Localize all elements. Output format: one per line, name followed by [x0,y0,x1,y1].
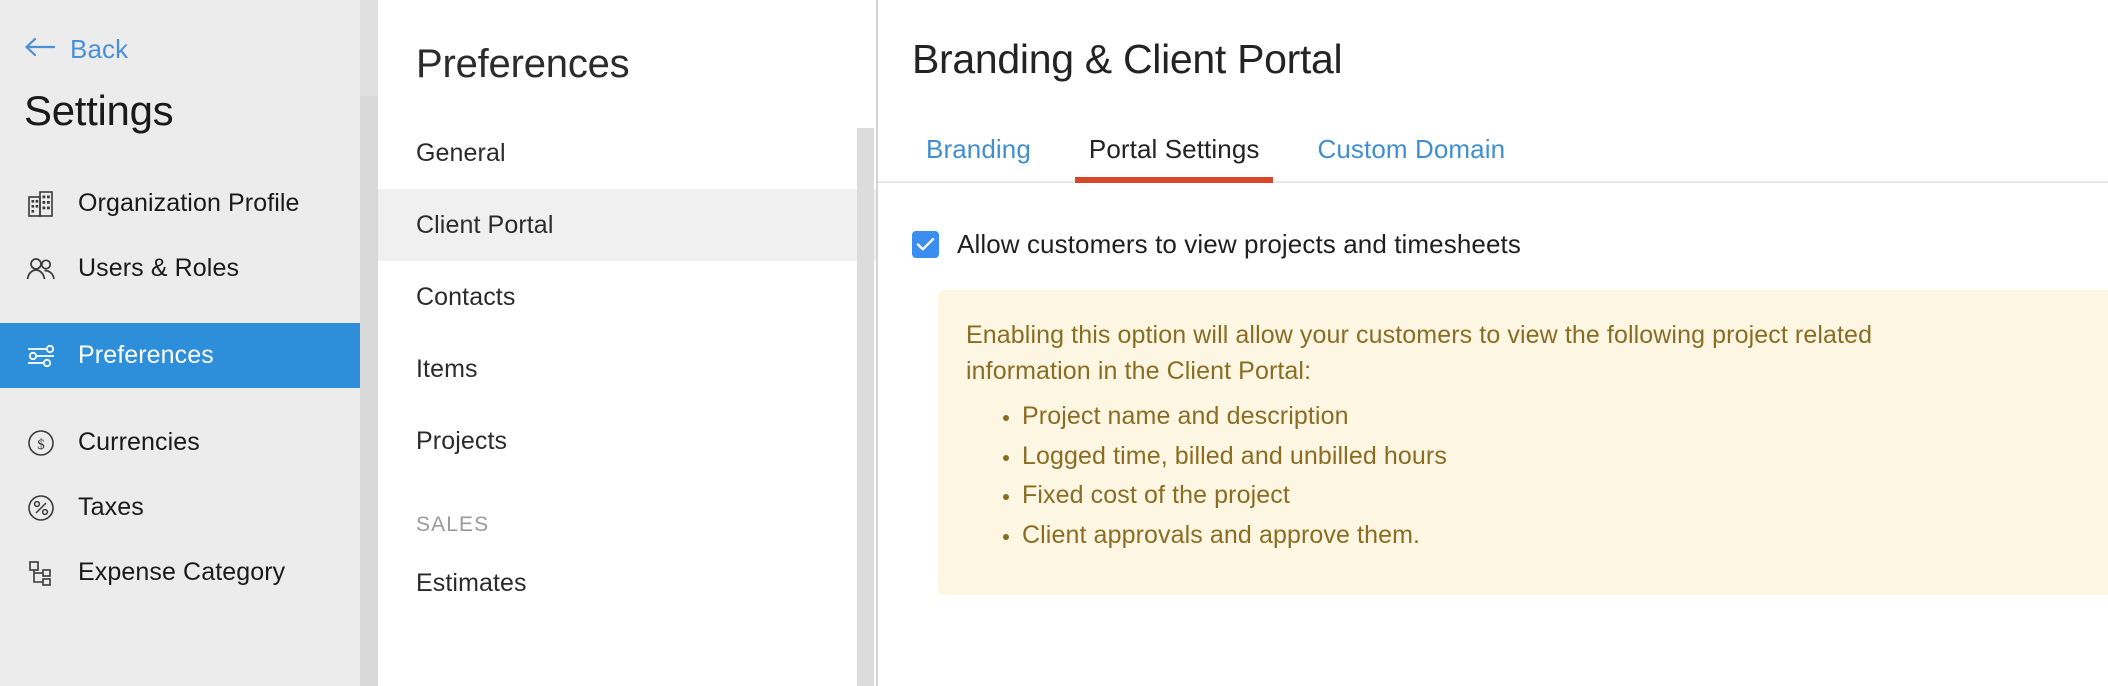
info-bullet-item: Client approvals and approve them. [1022,516,2108,556]
sidebar-item-label: Preferences [78,341,214,369]
building-icon [24,187,58,221]
prefs-item-general[interactable]: General [378,117,876,189]
prefs-item-estimates[interactable]: Estimates [378,547,876,619]
info-bullet-item: Logged time, billed and unbilled hours [1022,437,2108,477]
sidebar-item-label: Organization Profile [78,189,300,217]
tab-bar: Branding Portal Settings Custom Domain [878,117,2108,183]
preferences-panel: Preferences General Client Portal Contac… [378,0,878,686]
preferences-scrollbar-track[interactable] [857,0,874,686]
sidebar-item-label: Currencies [78,428,200,456]
sidebar-scrollbar-thumb[interactable] [360,96,378,686]
sidebar-item-organization-profile[interactable]: Organization Profile [0,171,378,236]
tab-branding[interactable]: Branding [912,134,1045,181]
back-button[interactable]: Back [0,0,378,65]
sidebar-scrollbar-track[interactable] [360,0,378,686]
sidebar-item-preferences[interactable]: Preferences [0,323,378,388]
preferences-list: General Client Portal Contacts Items Pro… [378,117,876,619]
info-bullet-item: Project name and description [1022,397,2108,437]
preferences-title: Preferences [416,42,630,86]
prefs-item-contacts[interactable]: Contacts [378,261,876,333]
sidebar-item-label: Taxes [78,493,144,521]
sidebar-item-expense-category[interactable]: Expense Category [0,540,378,605]
info-bullet-item: Fixed cost of the project [1022,476,2108,516]
tab-custom-domain[interactable]: Custom Domain [1303,134,1519,181]
checkbox-checked-icon[interactable] [912,231,939,258]
preferences-scrollbar-thumb[interactable] [857,128,874,686]
svg-text:$: $ [37,437,45,453]
checkbox-label: Allow customers to view projects and tim… [957,229,1521,259]
main-content: Branding & Client Portal Branding Portal… [878,0,2108,686]
sidebar-item-users-roles[interactable]: Users & Roles [0,236,378,301]
allow-customers-checkbox-row[interactable]: Allow customers to view projects and tim… [878,183,2108,260]
prefs-item-items[interactable]: Items [378,333,876,405]
sliders-icon [24,339,58,373]
info-box-bullet-list: Project name and description Logged time… [1022,397,2108,555]
prefs-section-sales-label: SALES [416,513,490,536]
settings-page: Back Settings Organization Profile Users… [0,0,2108,686]
left-sidebar: Back Settings Organization Profile Users… [0,0,378,686]
sidebar-nav: Organization Profile Users & Roles Prefe… [0,171,378,605]
sidebar-item-taxes[interactable]: Taxes [0,475,378,540]
info-box-paragraph: Enabling this option will allow your cus… [966,321,1873,385]
nav-divider-gap [0,301,378,323]
tab-portal-settings[interactable]: Portal Settings [1074,134,1274,183]
sidebar-item-currencies[interactable]: $ Currencies [0,410,378,475]
back-label: Back [70,34,129,64]
main-page-title: Branding & Client Portal [912,36,1343,82]
prefs-item-projects[interactable]: Projects [378,405,876,477]
sidebar-item-label: Expense Category [78,558,286,586]
percent-circle-icon [24,491,58,525]
info-box: Enabling this option will allow your cus… [938,290,2108,595]
sidebar-item-label: Users & Roles [78,254,240,282]
arrow-left-icon [24,35,58,65]
hierarchy-icon [24,556,58,590]
prefs-item-client-portal[interactable]: Client Portal [378,189,876,261]
page-title: Settings [24,87,174,134]
users-icon [24,252,58,286]
nav-divider-gap-2 [0,388,378,410]
dollar-circle-icon: $ [24,426,58,460]
